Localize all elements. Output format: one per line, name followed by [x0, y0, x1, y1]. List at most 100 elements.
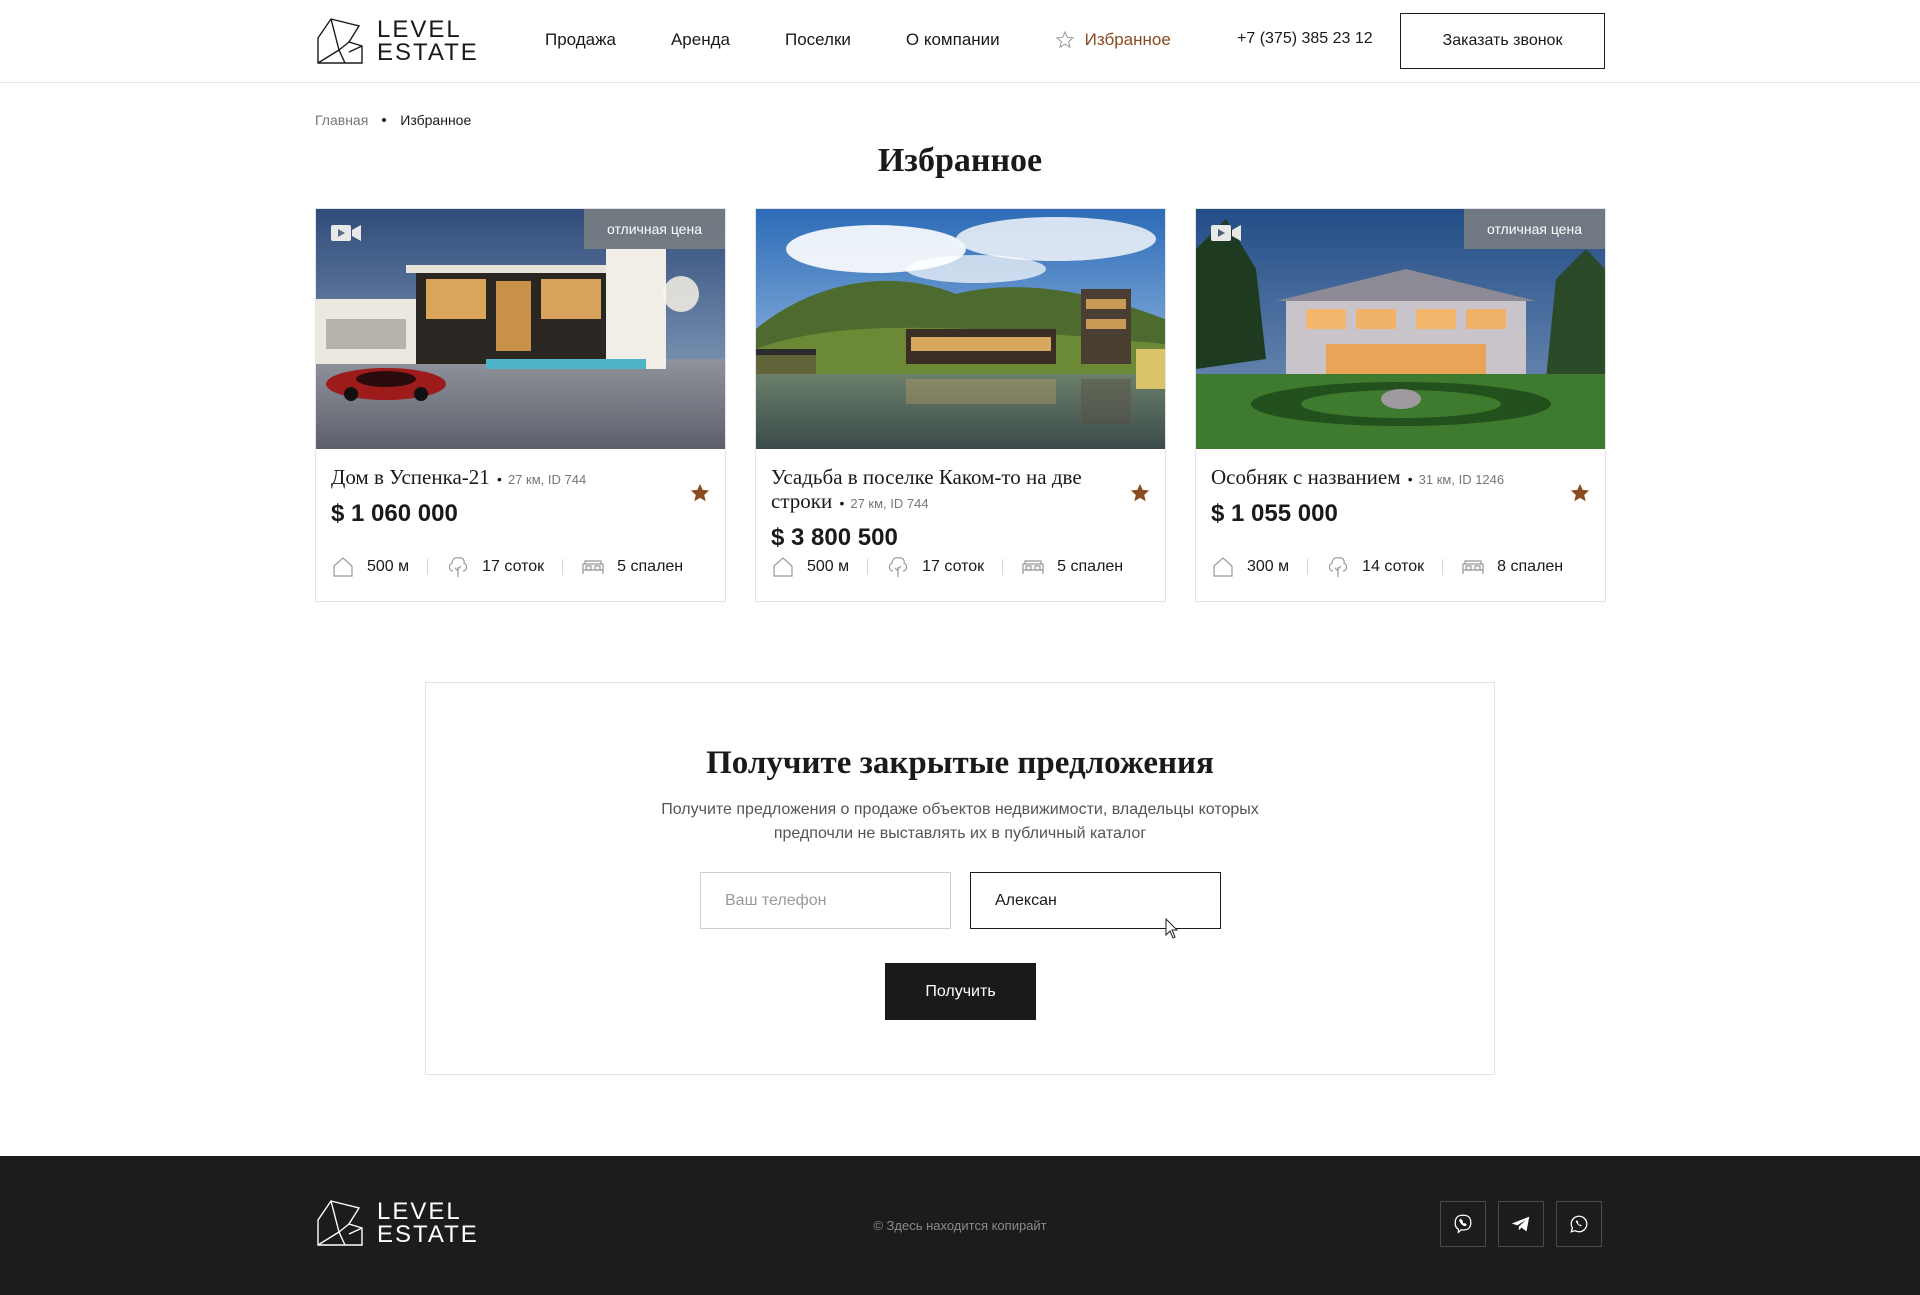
- feature-bedrooms-value: 8 спален: [1497, 558, 1564, 575]
- property-price: $ 3 800 500: [771, 524, 898, 551]
- property-features: 500 м 17 соток 5 спален: [771, 555, 1123, 579]
- header-phone-link[interactable]: +7 (375) 385 23 12: [1237, 30, 1373, 48]
- tree-icon: [1329, 557, 1348, 577]
- property-features: 500 м 17 соток 5 спален: [331, 555, 683, 579]
- feature-plot-value: 17 соток: [482, 558, 545, 575]
- feature-bedrooms: 5 спален: [581, 555, 683, 579]
- feature-plot-value: 14 соток: [1362, 558, 1425, 575]
- bed-icon: [1022, 560, 1044, 574]
- logo[interactable]: LEVEL ESTATE: [315, 16, 479, 66]
- video-icon[interactable]: [1211, 223, 1241, 243]
- feature-bedrooms: 5 спален: [1021, 555, 1123, 579]
- telegram-button[interactable]: [1498, 1201, 1544, 1247]
- favorite-star-icon[interactable]: [1129, 482, 1151, 504]
- feature-divider: [427, 559, 429, 575]
- house-icon: [773, 557, 793, 577]
- main-nav: Продажа Аренда Поселки О компании Избран…: [545, 0, 1171, 80]
- property-image[interactable]: отличная цена: [1196, 209, 1605, 449]
- feature-area: 500 м: [771, 555, 849, 579]
- property-title[interactable]: Дом в Успенка-21 27 км, ID 744: [331, 465, 661, 492]
- property-price: $ 1 055 000: [1211, 500, 1338, 527]
- card-body: Дом в Успенка-21 27 км, ID 744 $ 1 060 0…: [316, 465, 725, 528]
- site-footer: LEVEL ESTATE © Здесь находится копирайт: [0, 1156, 1920, 1295]
- price-badge: отличная цена: [1463, 209, 1605, 249]
- feature-area: 300 м: [1211, 555, 1289, 579]
- property-title[interactable]: Усадьба в поселке Каком-то на две строки…: [771, 465, 1101, 516]
- whatsapp-button[interactable]: [1556, 1201, 1602, 1247]
- property-features: 300 м 14 соток 8 спален: [1211, 555, 1563, 579]
- bed-icon: [1462, 560, 1484, 574]
- tree-icon: [449, 557, 468, 577]
- feature-area-value: 500 м: [807, 558, 850, 575]
- breadcrumb: Главная Избранное: [315, 112, 471, 128]
- property-card[interactable]: отличная цена Особняк с названием 31 км,…: [1195, 208, 1606, 602]
- star-outline-icon: [1055, 30, 1074, 49]
- feature-plot-value: 17 соток: [922, 558, 985, 575]
- whatsapp-icon: [1570, 1215, 1588, 1233]
- feature-bedrooms: 8 спален: [1461, 555, 1563, 579]
- favorite-star-icon[interactable]: [1569, 482, 1591, 504]
- offers-description: Получите предложения о продаже объектов …: [661, 801, 1259, 842]
- feature-area-value: 500 м: [367, 558, 410, 575]
- nav-item-favorites-label: Избранное: [1084, 30, 1171, 49]
- feature-area: 500 м: [331, 555, 409, 579]
- feature-plot: 14 соток: [1326, 555, 1424, 579]
- property-title[interactable]: Особняк с названием 31 км, ID 1246: [1211, 465, 1541, 492]
- logo-line-1: LEVEL: [377, 16, 462, 43]
- video-icon[interactable]: [331, 223, 361, 243]
- card-body: Усадьба в поселке Каком-то на две строки…: [756, 465, 1165, 552]
- telegram-icon: [1511, 1216, 1530, 1232]
- feature-divider: [562, 559, 564, 575]
- feature-bedrooms-value: 5 спален: [617, 558, 684, 575]
- property-image[interactable]: отличная цена: [316, 209, 725, 449]
- viber-button[interactable]: [1440, 1201, 1486, 1247]
- social-links: [1440, 1201, 1602, 1247]
- mouse-cursor-icon: [1165, 918, 1179, 939]
- nav-item-about[interactable]: О компании: [906, 30, 1000, 50]
- feature-plot: 17 соток: [446, 555, 544, 579]
- feature-divider: [1002, 559, 1004, 575]
- feature-bedrooms-value: 5 спален: [1057, 558, 1124, 575]
- feature-divider: [1442, 559, 1444, 575]
- nav-item-villages[interactable]: Поселки: [785, 30, 851, 50]
- order-call-button[interactable]: Заказать звонок: [1400, 13, 1605, 69]
- feature-divider: [1307, 559, 1309, 575]
- property-meta: 27 км, ID 744: [837, 496, 928, 511]
- breadcrumb-home[interactable]: Главная: [315, 112, 368, 128]
- site-header: LEVEL ESTATE Продажа Аренда Поселки О ко…: [0, 0, 1920, 83]
- page-title: Избранное: [877, 142, 1043, 179]
- nav-item-favorites[interactable]: Избранное: [1055, 30, 1171, 50]
- property-meta: 31 км, ID 1246: [1406, 472, 1504, 487]
- closed-offers-form: Получите закрытые предложения Получите п…: [425, 682, 1495, 1075]
- property-photo-lake-estate: [756, 209, 1165, 449]
- house-icon: [1213, 557, 1233, 577]
- feature-area-value: 300 м: [1247, 558, 1290, 575]
- breadcrumb-separator: [382, 118, 387, 122]
- viber-icon: [1454, 1214, 1472, 1234]
- feature-divider: [867, 559, 869, 575]
- house-icon: [333, 557, 353, 577]
- phone-input[interactable]: [700, 872, 951, 929]
- property-title-text: Дом в Успенка-21: [331, 465, 490, 489]
- property-card[interactable]: Усадьба в поселке Каком-то на две строки…: [755, 208, 1166, 602]
- property-card[interactable]: отличная цена Дом в Успенка-21 27 км, ID…: [315, 208, 726, 602]
- property-title-text: Особняк с названием: [1211, 465, 1401, 489]
- get-offers-button[interactable]: Получить: [885, 963, 1036, 1020]
- property-price: $ 1 060 000: [331, 500, 458, 527]
- logo-text: LEVEL ESTATE: [377, 16, 479, 66]
- logo-mark-icon: [317, 18, 363, 64]
- price-badge: отличная цена: [583, 209, 725, 249]
- tree-icon: [889, 557, 908, 577]
- property-meta: 27 км, ID 744: [495, 472, 586, 487]
- bed-icon: [582, 560, 604, 574]
- property-image[interactable]: [756, 209, 1165, 449]
- feature-plot: 17 соток: [886, 555, 984, 579]
- breadcrumb-current: Избранное: [400, 112, 472, 128]
- nav-item-rent[interactable]: Аренда: [671, 30, 730, 50]
- nav-item-sale[interactable]: Продажа: [545, 30, 616, 50]
- name-input[interactable]: [970, 872, 1221, 929]
- copyright: © Здесь находится копирайт: [873, 1218, 1047, 1233]
- offers-title: Получите закрытые предложения: [706, 745, 1214, 781]
- favorite-star-icon[interactable]: [689, 482, 711, 504]
- logo-line-2: ESTATE: [377, 39, 479, 66]
